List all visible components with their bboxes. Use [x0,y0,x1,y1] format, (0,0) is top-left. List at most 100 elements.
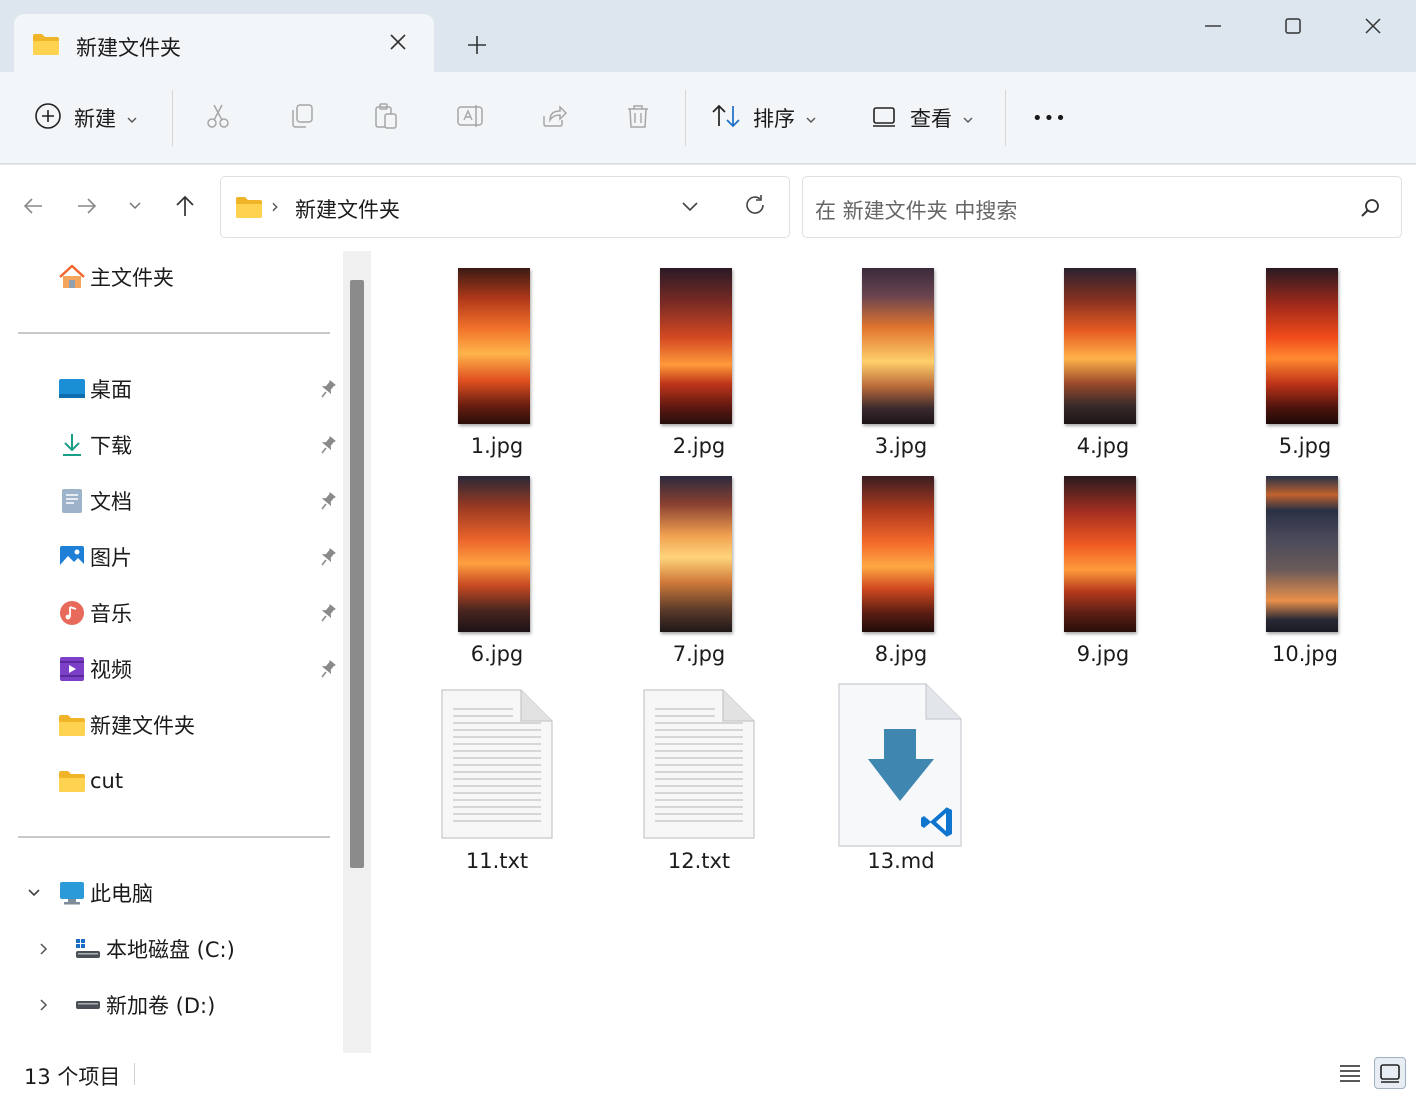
maximize-icon[interactable] [1268,8,1318,44]
folder-icon [32,32,60,60]
sidebar-item-new-folder[interactable]: 新建文件夹 [58,705,195,745]
plus-icon[interactable] [462,30,492,60]
up-arrow-icon[interactable] [170,191,200,221]
file-item[interactable]: 6.jpg [407,476,587,672]
forward-arrow-icon[interactable] [72,191,102,221]
file-item[interactable]: 10.jpg [1215,476,1395,672]
sidebar-item-documents[interactable]: 文档 [58,481,132,521]
sidebar-item-label: 此电脑 [90,882,153,906]
folder-icon [58,767,86,795]
view-layout-icon [870,102,898,134]
sort-button[interactable]: 排序 [711,98,817,138]
file-name: 3.jpg [874,434,928,458]
sidebar-item-label: 音乐 [90,602,132,626]
file-item[interactable]: 3.jpg [811,268,991,464]
refresh-icon[interactable] [743,193,767,221]
close-icon[interactable] [1348,8,1398,44]
pin-icon[interactable] [318,547,336,571]
more-options-button[interactable]: ••• [1032,98,1067,138]
pin-icon[interactable] [318,603,336,627]
close-icon[interactable] [384,28,412,56]
image-thumbnail [1266,268,1338,424]
folder-icon [235,195,263,223]
file-item[interactable]: 1.jpg [407,268,587,464]
navigation-pane: 主文件夹 桌面 下载 文档 图片 音乐 视频 新建文件夹 cut 此电脑 本地磁… [0,251,343,1053]
new-button[interactable]: 新建 [34,98,138,138]
image-thumbnail [660,476,732,632]
delete-button[interactable] [624,98,652,138]
copy-button[interactable] [288,98,316,138]
desktop-icon [58,375,86,403]
view-button[interactable]: 查看 [870,98,974,138]
file-name: 2.jpg [672,434,726,458]
download-icon [58,431,86,459]
file-item[interactable]: 5.jpg [1215,268,1395,464]
address-bar[interactable]: › 新建文件夹 [220,176,790,238]
file-name: 13.md [867,849,935,873]
image-thumbnail [458,268,530,424]
sidebar-item-cut[interactable]: cut [58,761,123,801]
file-list: 1.jpg 2.jpg 3.jpg 4.jpg 5.jpg 6.jpg 7.jp… [371,251,1416,1053]
sidebar-item-desktop[interactable]: 桌面 [58,369,132,409]
file-item[interactable]: 8.jpg [811,476,991,672]
chevron-right-icon[interactable] [30,991,58,1019]
sidebar-item-this-pc[interactable]: 此电脑 [20,873,153,913]
chevron-right-icon[interactable] [30,935,58,963]
file-item[interactable]: 7.jpg [609,476,789,672]
paste-button[interactable] [372,98,400,138]
pin-icon[interactable] [318,491,336,515]
search-placeholder: 在 新建文件夹 中搜索 [815,199,1018,223]
chevron-down-icon[interactable] [679,195,701,221]
details-view-icon[interactable] [1334,1057,1366,1089]
scissors-icon [204,102,232,134]
pin-icon[interactable] [318,659,336,683]
tab-title: 新建文件夹 [76,36,181,60]
sidebar-item-pictures[interactable]: 图片 [58,537,132,577]
sidebar-item-label: 图片 [90,546,132,570]
clipboard-icon [372,102,400,134]
image-thumbnail [1266,476,1338,632]
sidebar-scrollbar-thumb[interactable] [350,280,364,868]
file-name: 8.jpg [874,642,928,666]
pin-icon[interactable] [318,435,336,459]
large-icons-view-icon[interactable] [1374,1057,1406,1089]
file-name: 11.txt [465,849,529,873]
folder-icon [58,711,86,739]
minimize-icon[interactable] [1188,8,1238,44]
tab-current-folder[interactable]: 新建文件夹 [14,14,434,72]
sidebar-divider [18,836,330,838]
command-bar: 新建 排序 查看 ••• [0,72,1416,164]
file-item[interactable]: 4.jpg [1013,268,1193,464]
share-button[interactable] [540,98,568,138]
file-item[interactable]: 12.txt [609,683,789,873]
breadcrumb-separator[interactable]: › [271,194,279,218]
file-item[interactable]: 2.jpg [609,268,789,464]
sidebar-item-home[interactable]: 主文件夹 [58,257,174,297]
sidebar-item-label: 主文件夹 [90,266,174,290]
trash-icon [624,102,652,134]
sidebar-item-label: 文档 [90,490,132,514]
file-name: 7.jpg [672,642,726,666]
chevron-down-icon[interactable] [20,879,48,907]
title-bar: 新建文件夹 [0,0,1416,72]
back-arrow-icon[interactable] [18,191,48,221]
computer-icon [58,879,86,907]
sidebar-item-label: cut [90,769,124,793]
cut-button[interactable] [204,98,232,138]
sidebar-item-drive-d[interactable]: 新加卷 (D:) [30,985,215,1025]
sidebar-item-downloads[interactable]: 下载 [58,425,132,465]
copy-icon [288,102,316,134]
file-item[interactable]: 9.jpg [1013,476,1193,672]
sidebar-item-drive-c[interactable]: 本地磁盘 (C:) [30,929,235,969]
file-item[interactable]: 11.txt [407,683,587,873]
item-count: 13 个项目 [24,1065,121,1089]
search-icon[interactable] [1359,197,1381,223]
sidebar-item-videos[interactable]: 视频 [58,649,132,689]
breadcrumb-current-folder[interactable]: 新建文件夹 [295,194,400,224]
pin-icon[interactable] [318,379,336,403]
recent-locations-chevron-icon[interactable] [120,191,150,221]
rename-button[interactable] [456,98,484,138]
file-item[interactable]: 13.md [811,683,991,873]
search-input[interactable]: 在 新建文件夹 中搜索 [802,176,1402,238]
sidebar-item-music[interactable]: 音乐 [58,593,132,633]
